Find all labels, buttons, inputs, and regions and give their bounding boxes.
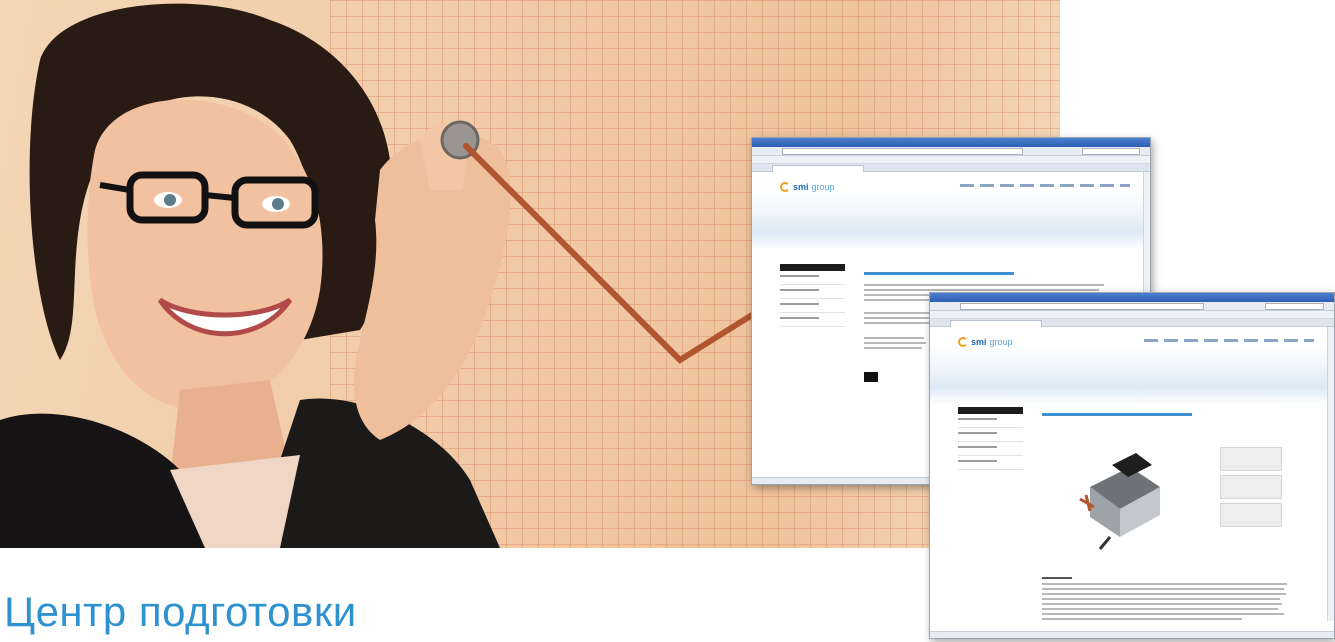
header-waves <box>930 345 1334 405</box>
thumbnail-image <box>864 372 878 382</box>
sidebar-menu <box>958 407 1023 470</box>
browser-window-front: smi group <box>929 292 1335 639</box>
logo-mark <box>958 337 968 347</box>
text-line <box>864 342 926 344</box>
text-line <box>1042 593 1286 595</box>
article-heading <box>1042 413 1192 416</box>
trend-line-icon <box>463 143 763 364</box>
text-line <box>1042 613 1284 615</box>
sidebar-item <box>958 446 1023 456</box>
info-box <box>1220 503 1282 527</box>
text-line <box>864 317 932 319</box>
sidebar-item <box>780 317 845 327</box>
text-line <box>864 284 1104 286</box>
address-bar <box>960 303 1205 310</box>
browser-tab <box>772 165 864 172</box>
sidebar-item <box>780 303 845 313</box>
text-line <box>864 312 934 314</box>
text-line <box>1042 603 1282 605</box>
text-line <box>1042 608 1278 610</box>
page-title: Центр подготовки <box>4 588 357 635</box>
logo-mark <box>780 182 790 192</box>
logo-text-light: group <box>989 337 1013 347</box>
window-title-bar <box>930 293 1334 302</box>
text-line <box>864 289 1099 291</box>
web-page-content: smi group <box>930 327 1334 627</box>
address-bar <box>782 148 1023 155</box>
window-title-bar <box>752 138 1150 147</box>
text-line <box>864 337 924 339</box>
sidebar-item <box>780 275 845 285</box>
smigroup-logo-icon: smi group <box>780 182 835 192</box>
product-machine-image <box>1079 453 1160 550</box>
text-line <box>1042 583 1287 585</box>
browser-tab <box>950 320 1042 327</box>
header-waves <box>752 190 1150 250</box>
browser-menu-bar <box>930 311 1334 319</box>
top-navigation <box>1144 339 1314 342</box>
browser-menu-bar <box>752 156 1150 164</box>
info-box <box>1220 475 1282 499</box>
logo-text-bold: smi <box>971 337 987 347</box>
sidebar-item <box>958 432 1023 442</box>
browser-search-box <box>1082 148 1140 155</box>
text-line <box>864 347 922 349</box>
browser-tab-bar <box>930 319 1334 327</box>
scrollbar <box>1327 327 1334 621</box>
browser-toolbar <box>752 147 1150 156</box>
sidebar-item <box>958 460 1023 470</box>
browser-tab-bar <box>752 164 1150 172</box>
text-line <box>1042 577 1072 579</box>
browser-toolbar <box>930 302 1334 311</box>
sidebar-header <box>780 264 845 271</box>
text-line <box>1042 598 1280 600</box>
text-line <box>1042 588 1284 590</box>
logo-text-bold: smi <box>793 182 809 192</box>
top-navigation <box>960 184 1130 187</box>
sidebar-item <box>958 418 1023 428</box>
text-line <box>1042 618 1242 620</box>
sidebar-header <box>958 407 1023 414</box>
logo-text-light: group <box>811 182 835 192</box>
status-bar <box>930 631 1334 638</box>
sidebar-menu <box>780 264 845 327</box>
sidebar-item <box>780 289 845 299</box>
text-line <box>864 322 930 324</box>
browser-search-box <box>1265 303 1324 310</box>
article-heading <box>864 272 1014 275</box>
info-box <box>1220 447 1282 471</box>
smigroup-logo-icon: smi group <box>958 337 1013 347</box>
